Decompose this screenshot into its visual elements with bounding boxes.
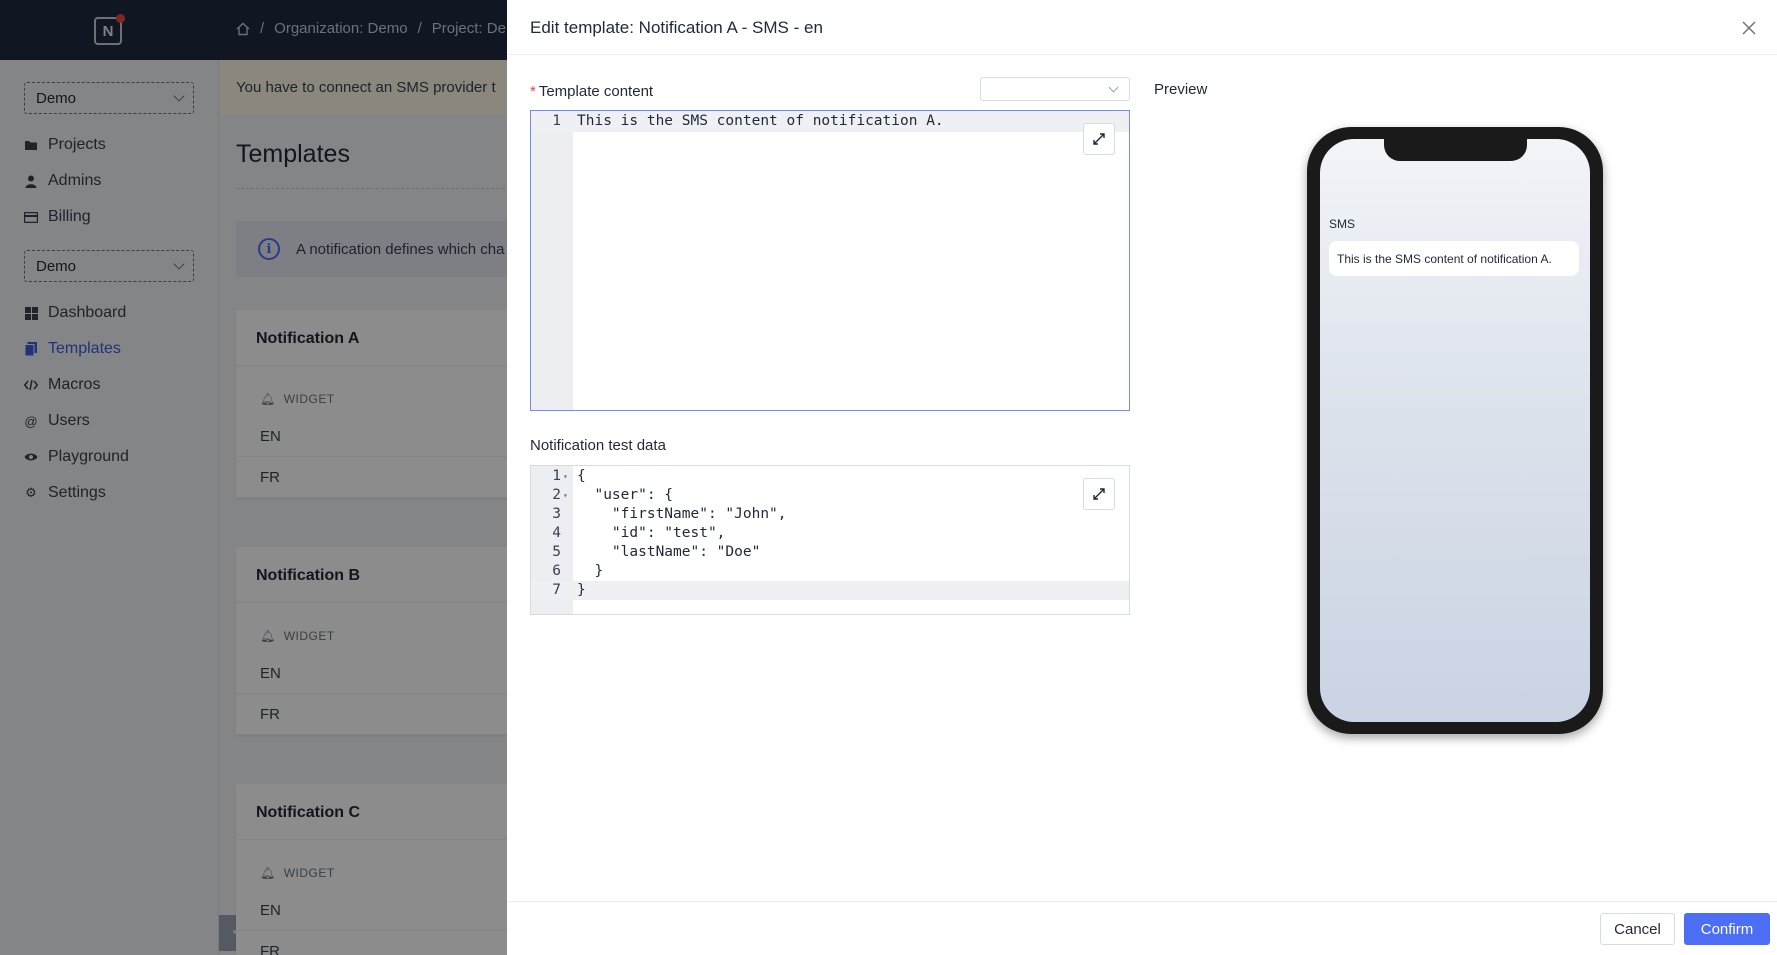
line-number: 5 <box>552 544 561 560</box>
line-number: 1 <box>552 468 561 484</box>
divider <box>507 54 1777 55</box>
code-line[interactable]: This is the SMS content of notification … <box>577 113 944 129</box>
sms-message-bubble: This is the SMS content of notification … <box>1329 241 1579 276</box>
fold-arrow-icon[interactable]: ▾ <box>563 491 568 500</box>
edit-template-drawer: Edit template: Notification A - SMS - en… <box>507 0 1777 955</box>
sms-channel-label: SMS <box>1329 217 1356 231</box>
code-line[interactable]: } <box>577 582 586 598</box>
chevron-down-icon <box>1108 82 1119 93</box>
code-line[interactable]: "lastName": "Doe" <box>577 544 760 560</box>
code-line[interactable]: "id": "test", <box>577 525 726 541</box>
cancel-button[interactable]: Cancel <box>1600 913 1675 945</box>
line-number: 6 <box>552 563 561 579</box>
line-number: 3 <box>552 506 561 522</box>
preview-label: Preview <box>1154 81 1208 98</box>
expand-editor-button[interactable] <box>1083 123 1115 155</box>
divider <box>507 901 1777 902</box>
expand-icon <box>1093 133 1105 145</box>
close-icon[interactable] <box>1741 20 1757 36</box>
test-data-editor[interactable]: 1 2 3 4 5 6 7 ▾ ▾ { "user": { "firstName… <box>530 465 1130 615</box>
confirm-button[interactable]: Confirm <box>1684 913 1770 945</box>
language-select[interactable] <box>980 77 1130 101</box>
code-line[interactable]: "firstName": "John", <box>577 506 787 522</box>
code-line[interactable]: { <box>577 468 586 484</box>
drawer-title: Edit template: Notification A - SMS - en <box>530 18 823 37</box>
expand-icon <box>1093 488 1105 500</box>
phone-screen: SMS This is the SMS content of notificat… <box>1320 139 1590 722</box>
editor-gutter <box>531 111 573 410</box>
required-marker: * <box>530 83 536 100</box>
expand-editor-button[interactable] <box>1083 478 1115 510</box>
template-content-editor[interactable]: 1 This is the SMS content of notificatio… <box>530 110 1130 411</box>
code-line[interactable]: } <box>577 563 603 579</box>
fold-arrow-icon[interactable]: ▾ <box>563 472 568 481</box>
template-content-label-text: Template content <box>538 83 654 100</box>
phone-notch <box>1384 139 1527 161</box>
test-data-label: Notification test data <box>530 437 666 454</box>
code-line[interactable]: "user": { <box>577 487 673 503</box>
template-content-label: * Template content <box>530 83 653 100</box>
phone-preview: SMS This is the SMS content of notificat… <box>1307 127 1603 734</box>
line-number: 7 <box>552 582 561 598</box>
line-number: 1 <box>552 113 561 129</box>
active-line <box>531 581 1129 600</box>
line-number: 4 <box>552 525 561 541</box>
line-number: 2 <box>552 487 561 503</box>
